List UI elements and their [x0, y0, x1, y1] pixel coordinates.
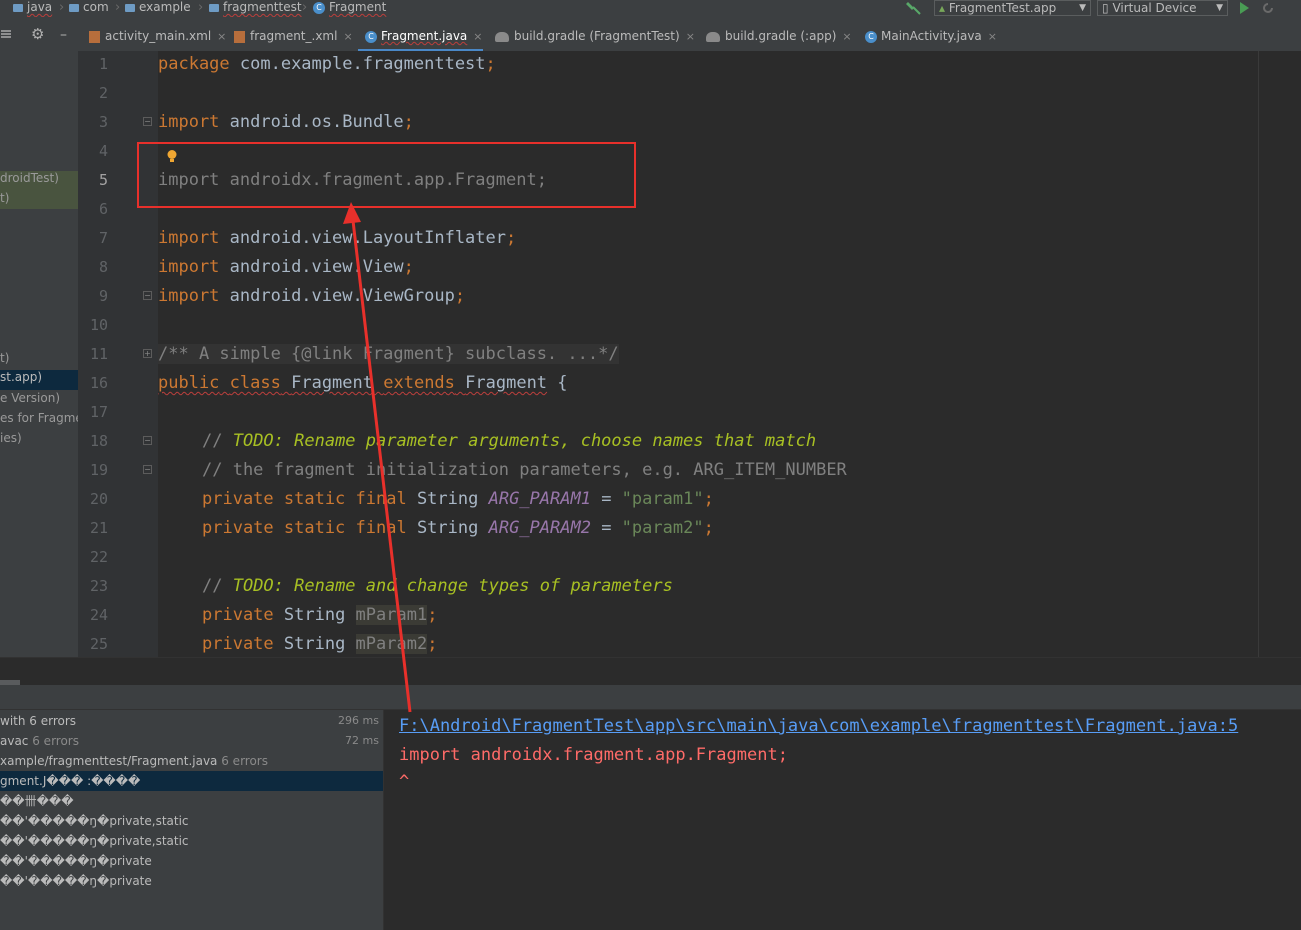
annotation-arrow [343, 202, 412, 713]
